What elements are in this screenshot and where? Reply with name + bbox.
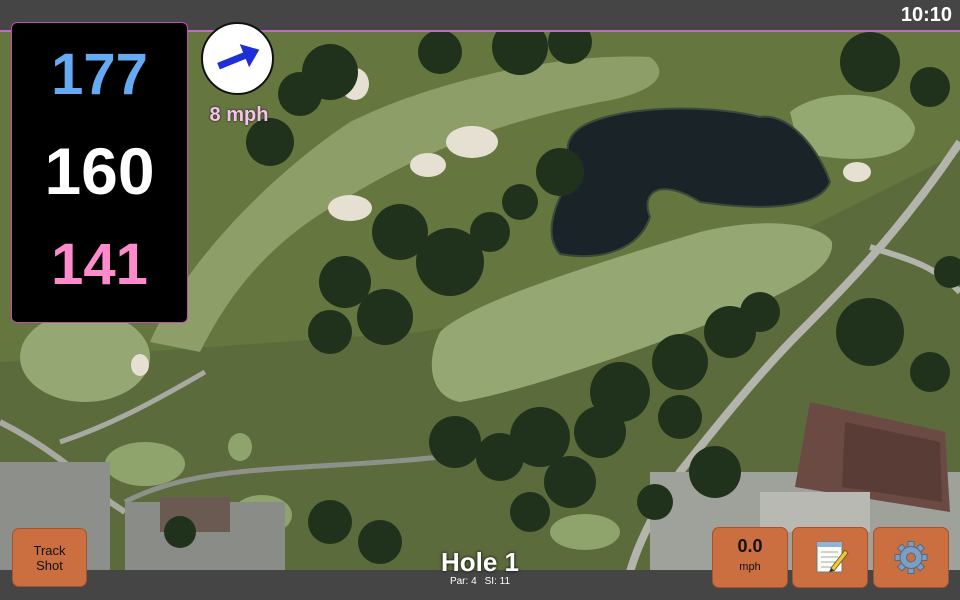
- hole-title: Hole 1: [440, 547, 520, 577]
- track-shot-label: Track Shot: [33, 543, 66, 573]
- wind-speed: 8 mph: [209, 104, 269, 126]
- yardage-panel: 177 160 141: [11, 22, 188, 323]
- speed-value: 0.0: [737, 536, 763, 556]
- hole-si: SI: 11: [484, 576, 511, 587]
- hole-meta: Par: 4 SI: 11: [400, 576, 560, 587]
- middle-yardage: 160: [44, 134, 155, 208]
- front-yardage: 141: [51, 232, 148, 297]
- settings-button[interactable]: [873, 527, 949, 588]
- clock: 10:10: [900, 4, 952, 26]
- speed-unit: mph: [739, 561, 761, 573]
- wind-arrow-icon: [217, 44, 260, 70]
- wind-indicator: [201, 22, 274, 95]
- track-shot-button[interactable]: Track Shot: [12, 528, 87, 587]
- notepad-icon: [816, 541, 849, 573]
- hole-par: Par: 4: [449, 576, 477, 587]
- back-yardage: 177: [51, 42, 148, 107]
- notes-button[interactable]: [792, 527, 868, 588]
- speed-button[interactable]: 0.0 mph: [712, 527, 788, 588]
- hole-info: Hole 1 Par: 4 SI: 11: [400, 548, 560, 587]
- gear-icon: [894, 541, 928, 574]
